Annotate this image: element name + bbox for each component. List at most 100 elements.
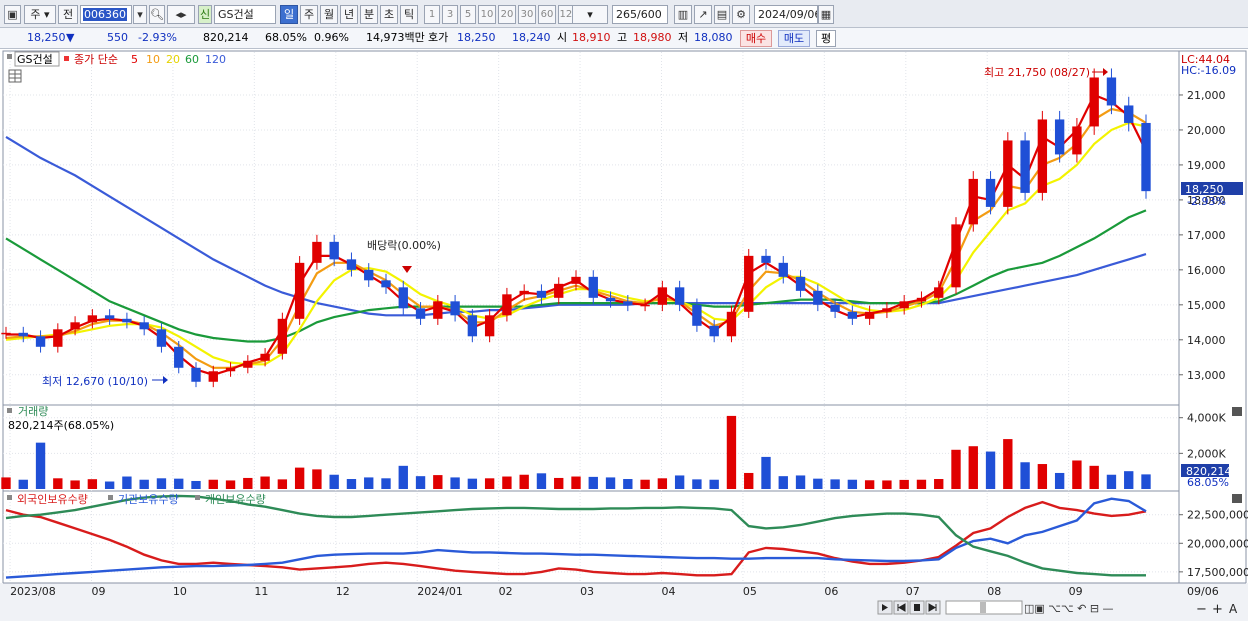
candle-body: [450, 301, 460, 316]
save-icon[interactable]: ▤: [714, 5, 730, 24]
volume-panel-close-icon[interactable]: [1232, 407, 1242, 416]
period-button-0[interactable]: 일: [280, 5, 298, 24]
zoom-in-icon[interactable]: +: [1212, 602, 1223, 617]
x-axis-label: 10: [173, 585, 187, 598]
chart-count-field[interactable]: 265/600: [612, 5, 668, 24]
interval-button-3[interactable]: 3: [442, 5, 458, 24]
volume-bar: [139, 479, 149, 489]
legend-marker: [7, 54, 12, 59]
candle-body: [156, 329, 167, 347]
period-button-5[interactable]: 초: [380, 5, 398, 24]
volume-bar: [830, 479, 840, 489]
x-axis-label: 07: [906, 585, 920, 598]
volume-bar: [605, 477, 616, 489]
candle-body: [1037, 119, 1048, 193]
period-button-4[interactable]: 분: [360, 5, 378, 24]
sell-button[interactable]: 매도: [778, 30, 810, 47]
buy-button[interactable]: 매수: [740, 30, 772, 47]
candle-body: [744, 255, 754, 312]
font-size-icon[interactable]: A: [1229, 602, 1238, 616]
high-price: 18,980: [633, 31, 672, 44]
credit-badge: 신: [198, 5, 212, 24]
volume-bar: [467, 478, 478, 489]
calendar-icon[interactable]: ▦: [818, 5, 834, 24]
chart-area[interactable]: 13,000 14,000 15,000 16,000 17,000 18,000 19,0…: [0, 49, 1248, 621]
eval-button[interactable]: 평: [816, 30, 836, 47]
volume-bar: [346, 479, 357, 489]
interval-button-5[interactable]: 5: [460, 5, 476, 24]
volume-bar: [951, 449, 961, 489]
volume-bar: [1106, 474, 1117, 489]
candle-body: [882, 308, 892, 312]
interval-button-20[interactable]: 20: [498, 5, 516, 24]
interval-button-60[interactable]: 60: [538, 5, 556, 24]
zoom-out-icon[interactable]: −: [1196, 602, 1207, 617]
chart-count-max: /600: [637, 8, 662, 21]
candle-body: [934, 287, 944, 298]
window-icon[interactable]: ▣: [4, 5, 21, 24]
chart-count-select[interactable]: ▾: [572, 5, 608, 24]
chart-svg[interactable]: 13,00014,00015,00016,00017,00018,00019,0…: [0, 49, 1248, 621]
volume-bar: [381, 478, 391, 489]
period-button-3[interactable]: 년: [340, 5, 358, 24]
candle-body: [191, 367, 201, 382]
zoom-slider-thumb[interactable]: [980, 602, 986, 613]
holdings-panel-close-icon[interactable]: [1232, 494, 1242, 503]
candle-body: [329, 241, 339, 260]
scope-button[interactable]: 전: [58, 5, 78, 24]
candle-body: [260, 353, 270, 361]
interval-button-10[interactable]: 10: [478, 5, 496, 24]
volume-legend-marker: [7, 408, 12, 413]
candle-body: [174, 346, 184, 368]
current-change-rate-label: -2.93%: [1187, 195, 1226, 208]
volume-y-tick-label: 2,000K: [1187, 447, 1226, 460]
period-button-6[interactable]: 틱: [400, 5, 418, 24]
turnover-rate: 0.96%: [314, 31, 349, 44]
candle-body: [1089, 77, 1099, 127]
candle-body: [277, 318, 288, 354]
code-dropdown-icon[interactable]: ▾: [133, 5, 147, 24]
period-button-1[interactable]: 주: [300, 5, 318, 24]
candle-body: [139, 322, 149, 330]
price-y-tick-label: 16,000: [1187, 264, 1226, 277]
stock-code-input[interactable]: 006360: [80, 5, 132, 24]
volume-bar: [864, 480, 875, 489]
volume-bar: [294, 467, 305, 489]
search-icon[interactable]: 🔍︎: [149, 5, 165, 24]
sound-icon[interactable]: ◂▸: [167, 5, 195, 24]
price-y-tick-label: 15,000: [1187, 299, 1226, 312]
trendline-icon[interactable]: ↗: [694, 5, 712, 24]
candle-body: [1, 332, 11, 335]
period-button-2[interactable]: 월: [320, 5, 338, 24]
date-field[interactable]: 2024/09/06: [754, 5, 818, 24]
volume-bar: [415, 476, 426, 489]
low-price: 18,080: [694, 31, 733, 44]
volume-bar: [519, 474, 529, 489]
holdings-panel[interactable]: [2, 490, 1180, 584]
candle-type-icon[interactable]: ▥: [674, 5, 692, 24]
x-axis-label: 2023/08: [10, 585, 56, 598]
x-axis-label: 12: [336, 585, 350, 598]
volume-bar: [243, 477, 253, 489]
interval-button-1[interactable]: 1: [424, 5, 440, 24]
volume-bar: [709, 479, 719, 489]
candle-body: [1020, 140, 1030, 193]
x-axis-label: 2024/01: [417, 585, 463, 598]
candle-body: [53, 329, 63, 347]
price-y-tick-label: 17,000: [1187, 229, 1226, 242]
candle-body: [847, 311, 858, 319]
candle-body: [1124, 105, 1134, 123]
type-select[interactable]: 주 ▾: [24, 5, 56, 24]
ask-price: 18,250: [457, 31, 496, 44]
price-y-tick-label: 20,000: [1187, 124, 1226, 137]
chart-tools-icon[interactable]: ◫▣ ⌥⌥ ↶ ⊟ —: [1024, 602, 1114, 615]
volume-bar: [329, 474, 339, 489]
volume-bar: [1072, 460, 1082, 489]
stock-name-field[interactable]: GS건설: [214, 5, 276, 24]
volume-bar: [899, 479, 909, 489]
volume-bar: [916, 479, 927, 489]
interval-button-30[interactable]: 30: [518, 5, 536, 24]
volume-bar: [571, 476, 581, 489]
volume-bar: [623, 479, 633, 489]
gear-icon[interactable]: ⚙: [732, 5, 750, 24]
